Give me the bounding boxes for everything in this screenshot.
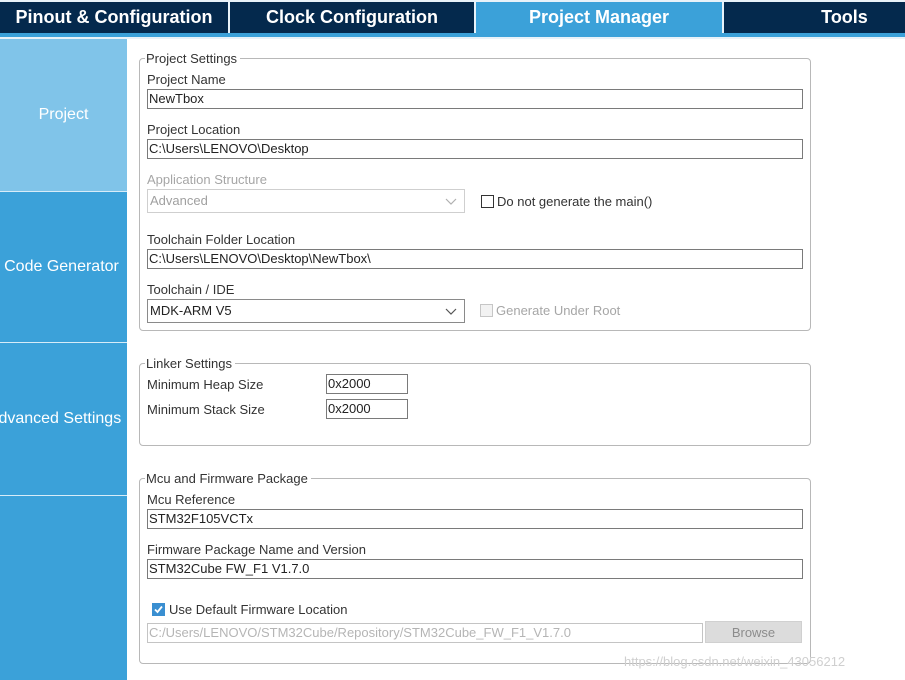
project-name-label: Project Name [147,72,226,87]
watermark: https://blog.csdn.net/weixin_43056212 [624,654,846,669]
sidebar-item-label: Code Generator [4,258,119,275]
sidebar-item-label: Project [38,106,89,123]
tab-label: Pinout & Configuration [15,7,213,27]
project-location-label: Project Location [147,122,241,137]
firmware-location-input[interactable]: C:/Users/LENOVO/STM32Cube/Repository/STM… [147,623,703,643]
mcu-reference-input[interactable]: STM32F105VCTx [147,509,803,529]
chevron-down-icon [445,308,457,315]
linker-settings-legend: Linker Settings [145,356,235,371]
tab-project-manager[interactable]: Project Manager [476,2,722,33]
tab-label: Clock Configuration [266,7,438,27]
do-not-generate-main-checkbox[interactable] [481,195,494,208]
browse-button[interactable]: Browse [705,621,802,643]
app-structure-label: Application Structure [147,172,267,187]
app-structure-value: Advanced [150,193,208,208]
firmware-package-label: Firmware Package Name and Version [147,542,366,557]
toolchain-folder-input[interactable]: C:\Users\LENOVO\Desktop\NewTbox\ [147,249,803,269]
min-stack-input[interactable]: 0x2000 [326,399,408,419]
tab-pinout-configuration[interactable]: Pinout & Configuration [0,2,228,33]
sidebar-item-advanced-settings[interactable]: Advanced Settings [0,343,127,495]
sidebar: Project Code Generator Advanced Settings [0,39,127,680]
toolchain-ide-label: Toolchain / IDE [147,282,235,297]
firmware-package-legend: Mcu and Firmware Package [145,471,311,486]
tab-tools[interactable]: Tools [724,2,905,33]
use-default-firmware-checkbox[interactable] [152,603,165,616]
tab-underline [0,33,905,37]
tab-label: Project Manager [528,7,670,27]
project-settings-legend: Project Settings [145,51,241,66]
min-heap-label: Minimum Heap Size [147,377,264,392]
firmware-package-input[interactable]: STM32Cube FW_F1 V1.7.0 [147,559,803,579]
tab-clock-configuration[interactable]: Clock Configuration [230,2,474,33]
toolchain-folder-label: Toolchain Folder Location [147,232,296,247]
toolchain-ide-select[interactable]: MDK-ARM V5 [147,299,465,323]
do-not-generate-main-label: Do not generate the main() [497,194,653,209]
project-name-input[interactable]: NewTbox [147,89,803,109]
sidebar-item-label: Advanced Settings [0,410,122,427]
tab-label: Tools [821,7,868,27]
project-location-input[interactable]: C:\Users\LENOVO\Desktop [147,139,803,159]
top-tab-bar: Pinout & Configuration Clock Configurati… [0,0,905,39]
app-structure-select[interactable]: Advanced [147,189,465,213]
sidebar-divider [0,495,127,496]
checkmark-icon [154,605,163,614]
generate-under-root-label: Generate Under Root [496,303,621,318]
use-default-firmware-label: Use Default Firmware Location [169,602,348,617]
chevron-down-icon [445,198,457,205]
toolchain-ide-value: MDK-ARM V5 [150,303,232,318]
min-heap-input[interactable]: 0x2000 [326,374,408,394]
min-stack-label: Minimum Stack Size [147,402,265,417]
generate-under-root-checkbox[interactable] [480,304,493,317]
sidebar-item-project[interactable]: Project [0,39,127,191]
mcu-reference-label: Mcu Reference [147,492,236,507]
sidebar-item-code-generator[interactable]: Code Generator [0,192,127,342]
